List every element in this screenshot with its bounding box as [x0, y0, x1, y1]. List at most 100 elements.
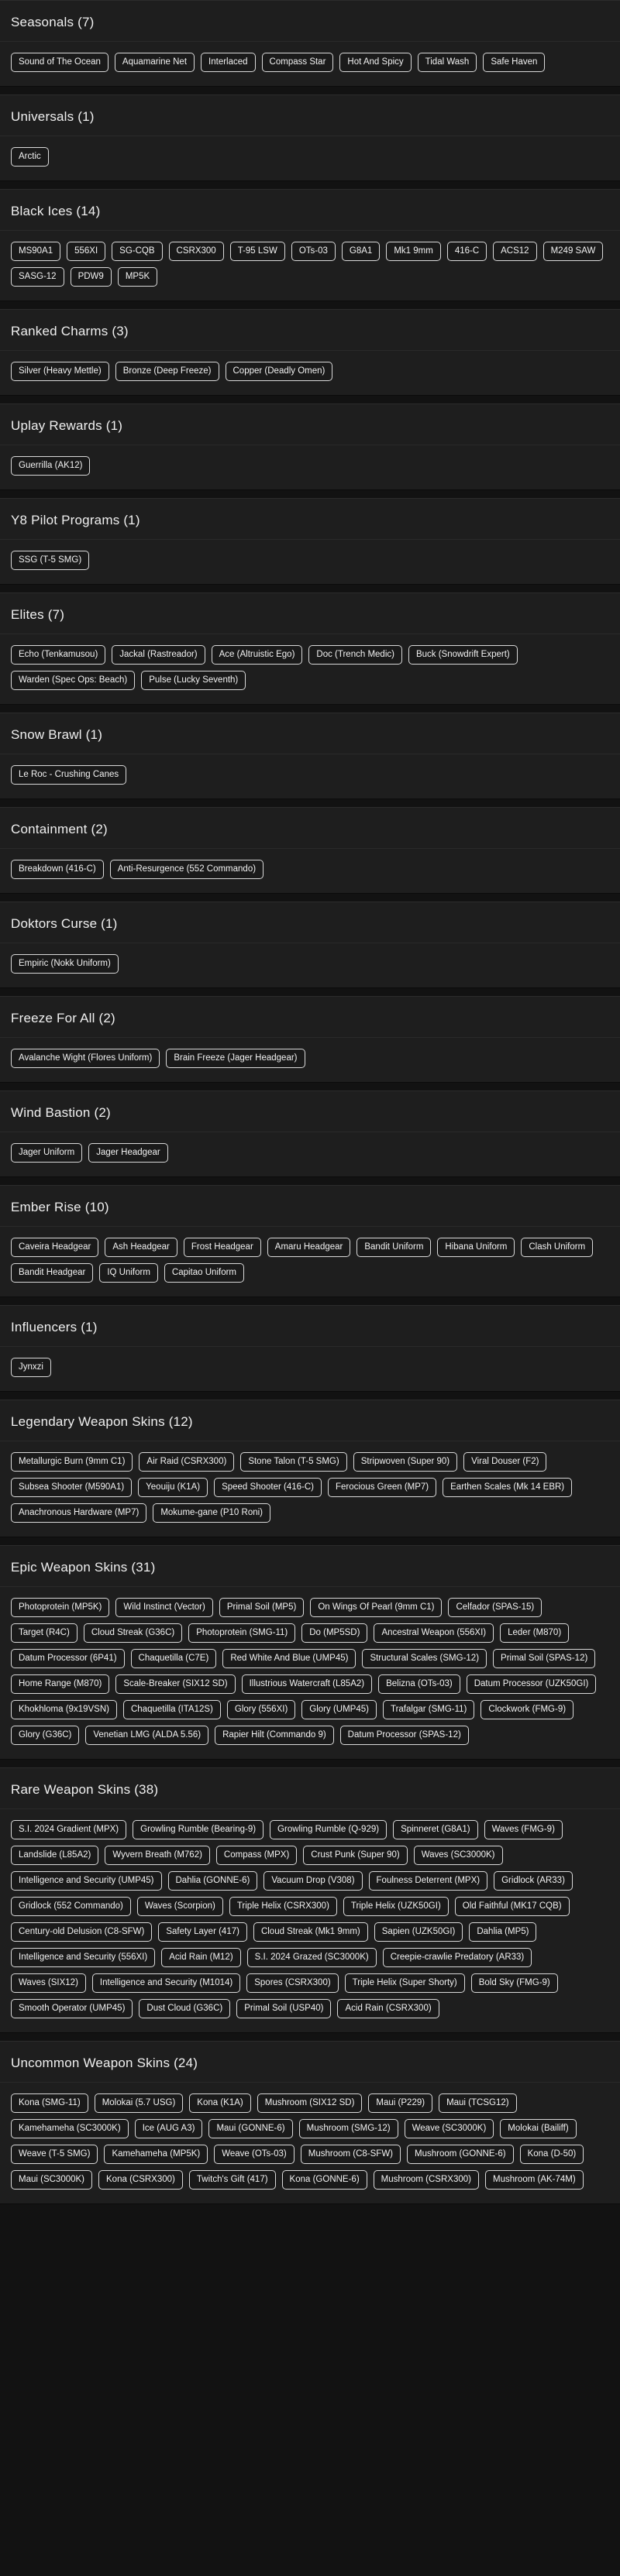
item-tag[interactable]: S.I. 2024 Grazed (SC3000K) [246, 1948, 377, 1967]
item-tag[interactable]: Kona (GONNE-6) [281, 2170, 367, 2190]
item-tag[interactable]: Capitao Uniform [164, 1263, 244, 1283]
item-tag[interactable]: Mushroom (C8-SFW) [300, 2145, 401, 2164]
item-tag[interactable]: Stone Talon (T-5 SMG) [240, 1452, 347, 1472]
item-tag[interactable]: SG-CQB [112, 242, 163, 261]
item-tag[interactable]: Intelligence and Security (UMP45) [11, 1871, 162, 1891]
item-tag[interactable]: Home Range (M870) [11, 1674, 110, 1694]
item-tag[interactable]: Interlaced [201, 53, 256, 72]
item-tag[interactable]: Maui (TCSG12) [439, 2093, 517, 2113]
item-tag[interactable]: Earthen Scales (Mk 14 EBR) [443, 1478, 573, 1497]
item-tag[interactable]: Kona (SMG-11) [11, 2093, 88, 2113]
item-tag[interactable]: Compass (MPX) [215, 1846, 298, 1865]
item-tag[interactable]: Hot And Spicy [339, 53, 412, 72]
item-tag[interactable]: MS90A1 [11, 242, 61, 261]
item-tag[interactable]: Growling Rumble (Q-929) [270, 1820, 388, 1839]
item-tag[interactable]: Triple Helix (UZK50GI) [343, 1897, 449, 1916]
item-tag[interactable]: IQ Uniform [99, 1263, 158, 1283]
item-tag[interactable]: Primal Soil (SPAS-12) [493, 1649, 596, 1668]
item-tag[interactable]: Hibana Uniform [437, 1238, 515, 1257]
item-tag[interactable]: Bandit Uniform [356, 1238, 432, 1257]
item-tag[interactable]: Caveira Headgear [11, 1238, 99, 1257]
item-tag[interactable]: Mushroom (CSRX300) [373, 2170, 479, 2190]
item-tag[interactable]: Acid Rain (CSRX300) [337, 1999, 439, 2018]
item-tag[interactable]: Creepie-crawlie Predatory (AR33) [382, 1948, 532, 1967]
item-tag[interactable]: Twitch's Gift (417) [188, 2170, 276, 2190]
item-tag[interactable]: Air Raid (CSRX300) [139, 1452, 235, 1472]
item-tag[interactable]: Datum Processor (UZK50GI) [466, 1674, 597, 1694]
item-tag[interactable]: Safety Layer (417) [158, 1922, 247, 1942]
item-tag[interactable]: Acid Rain (M12) [161, 1948, 241, 1967]
item-tag[interactable]: Foulness Deterrent (MPX) [368, 1871, 488, 1891]
item-tag[interactable]: Target (R4C) [11, 1623, 78, 1643]
item-tag[interactable]: Subsea Shooter (M590A1) [11, 1478, 133, 1497]
item-tag[interactable]: Ace (Altruistic Ego) [211, 645, 303, 665]
item-tag[interactable]: Speed Shooter (416-C) [214, 1478, 322, 1497]
item-tag[interactable]: G8A1 [341, 242, 381, 261]
item-tag[interactable]: Landslide (L85A2) [11, 1846, 99, 1865]
item-tag[interactable]: Spinneret (G8A1) [393, 1820, 478, 1839]
item-tag[interactable]: Pulse (Lucky Seventh) [141, 671, 246, 690]
item-tag[interactable]: CSRX300 [168, 242, 224, 261]
item-tag[interactable]: Growling Rumble (Bearing-9) [133, 1820, 264, 1839]
item-tag[interactable]: Avalanche Wight (Flores Uniform) [11, 1049, 160, 1068]
item-tag[interactable]: Datum Processor (6P41) [11, 1649, 125, 1668]
item-tag[interactable]: Triple Helix (Super Shorty) [344, 1973, 465, 1993]
item-tag[interactable]: 416-C [446, 242, 487, 261]
item-tag[interactable]: Glory (556XI) [226, 1700, 296, 1719]
item-tag[interactable]: Waves (FMG-9) [484, 1820, 563, 1839]
item-tag[interactable]: Cloud Streak (G36C) [83, 1623, 183, 1643]
item-tag[interactable]: Safe Haven [483, 53, 546, 72]
item-tag[interactable]: Illustrious Watercraft (L85A2) [241, 1674, 373, 1694]
item-tag[interactable]: Century-old Delusion (C8-SFW) [11, 1922, 153, 1942]
item-tag[interactable]: Anachronous Hardware (MP7) [11, 1503, 147, 1523]
item-tag[interactable]: Primal Soil (USP40) [236, 1999, 332, 2018]
item-tag[interactable]: Le Roc - Crushing Canes [11, 765, 127, 785]
item-tag[interactable]: Spores (CSRX300) [246, 1973, 339, 1993]
item-tag[interactable]: Weave (SC3000K) [404, 2119, 494, 2138]
item-tag[interactable]: Scale-Breaker (SIX12 SD) [115, 1674, 236, 1694]
item-tag[interactable]: Intelligence and Security (556XI) [11, 1948, 156, 1967]
item-tag[interactable]: Jager Uniform [11, 1143, 83, 1163]
item-tag[interactable]: Jager Headgear [88, 1143, 168, 1163]
item-tag[interactable]: Bronze (Deep Freeze) [115, 362, 219, 381]
item-tag[interactable]: Wild Instinct (Vector) [115, 1598, 213, 1617]
item-tag[interactable]: Sound of The Ocean [11, 53, 108, 72]
item-tag[interactable]: On Wings Of Pearl (9mm C1) [310, 1598, 443, 1617]
item-tag[interactable]: Do (MP5SD) [301, 1623, 368, 1643]
item-tag[interactable]: Red White And Blue (UMP45) [222, 1649, 356, 1668]
item-tag[interactable]: Crust Punk (Super 90) [303, 1846, 408, 1865]
item-tag[interactable]: Mushroom (GONNE-6) [407, 2145, 514, 2164]
item-tag[interactable]: Gridlock (AR33) [494, 1871, 573, 1891]
item-tag[interactable]: Old Faithful (MK17 CQB) [454, 1897, 570, 1916]
item-tag[interactable]: Amaru Headgear [267, 1238, 351, 1257]
item-tag[interactable]: Jackal (Rastreador) [112, 645, 205, 665]
item-tag[interactable]: Photoprotein (SMG-11) [188, 1623, 296, 1643]
item-tag[interactable]: Clash Uniform [521, 1238, 594, 1257]
item-tag[interactable]: Kona (D-50) [519, 2145, 584, 2164]
item-tag[interactable]: Glory (UMP45) [301, 1700, 377, 1719]
item-tag[interactable]: Tidal Wash [417, 53, 477, 72]
item-tag[interactable]: Kamehameha (MP5K) [104, 2145, 208, 2164]
item-tag[interactable]: Yeouiju (K1A) [138, 1478, 208, 1497]
item-tag[interactable]: Chaquetilla (C7E) [130, 1649, 217, 1668]
item-tag[interactable]: Kamehameha (SC3000K) [11, 2119, 129, 2138]
item-tag[interactable]: Molokai (5.7 USG) [94, 2093, 184, 2113]
item-tag[interactable]: Cloud Streak (Mk1 9mm) [253, 1922, 368, 1942]
item-tag[interactable]: Waves (Scorpion) [136, 1897, 223, 1916]
item-tag[interactable]: Venetian LMG (ALDA 5.56) [85, 1726, 209, 1745]
item-tag[interactable]: MP5K [117, 267, 158, 287]
item-tag[interactable]: Empiric (Nokk Uniform) [11, 954, 119, 974]
item-tag[interactable]: Bandit Headgear [11, 1263, 94, 1283]
item-tag[interactable]: Maui (SC3000K) [11, 2170, 93, 2190]
item-tag[interactable]: Brain Freeze (Jager Headgear) [166, 1049, 305, 1068]
item-tag[interactable]: Anti-Resurgence (552 Commando) [109, 860, 264, 879]
item-tag[interactable]: Weave (OTs-03) [214, 2145, 294, 2164]
item-tag[interactable]: Viral Douser (F2) [463, 1452, 547, 1472]
item-tag[interactable]: Arctic [11, 147, 49, 167]
item-tag[interactable]: T-95 LSW [229, 242, 285, 261]
item-tag[interactable]: Breakdown (416-C) [11, 860, 104, 879]
item-tag[interactable]: Datum Processor (SPAS-12) [339, 1726, 469, 1745]
item-tag[interactable]: Ferocious Green (MP7) [327, 1478, 437, 1497]
item-tag[interactable]: Dahlia (MP5) [469, 1922, 537, 1942]
item-tag[interactable]: ACS12 [493, 242, 537, 261]
